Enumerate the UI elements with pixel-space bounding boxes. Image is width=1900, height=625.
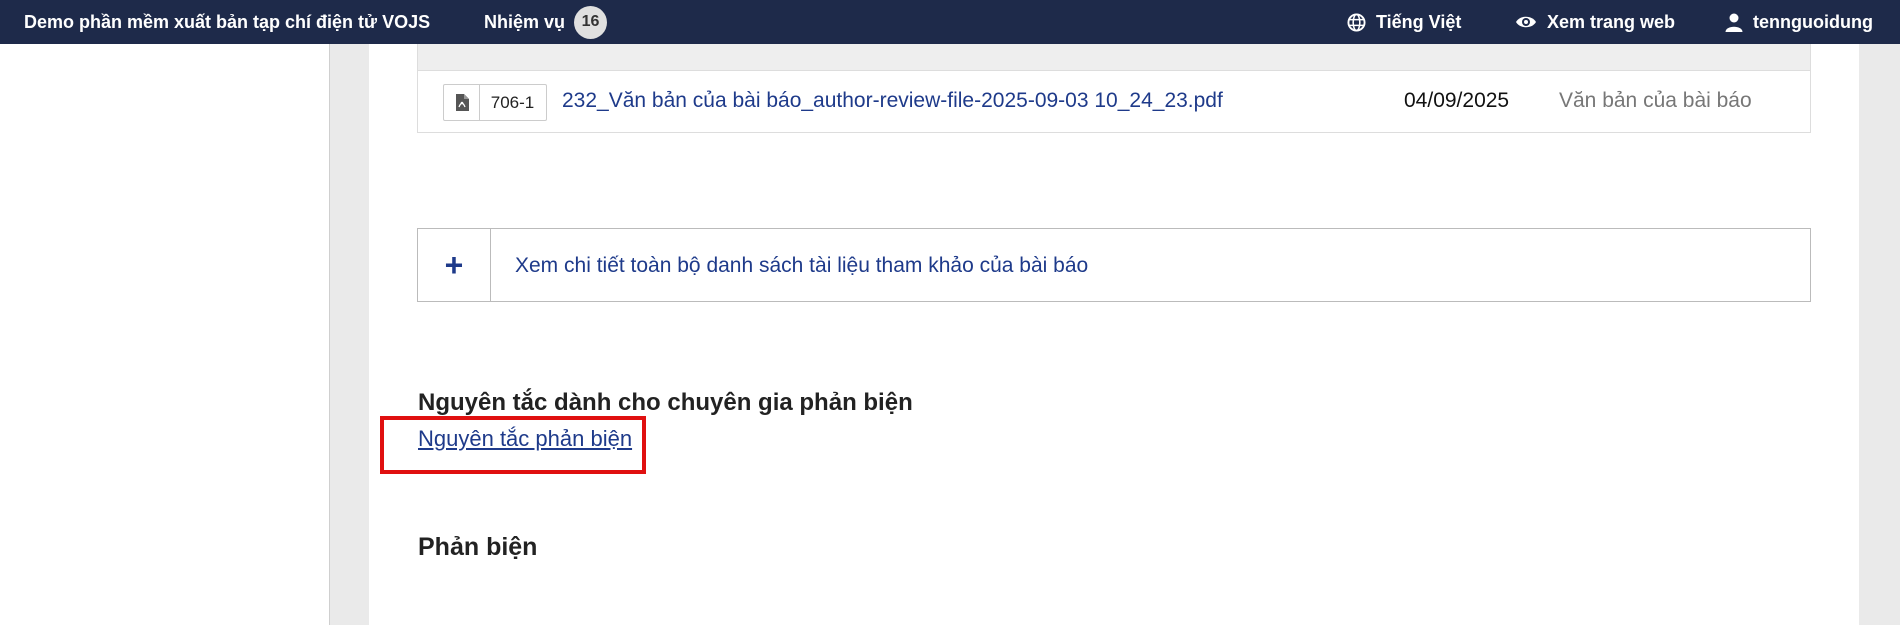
expand-plus-icon[interactable]: +: [418, 229, 491, 301]
references-toggle-label[interactable]: Xem chi tiết toàn bộ danh sách tài liệu …: [515, 254, 1088, 278]
username-label[interactable]: tennguoidung: [1753, 12, 1873, 33]
references-expander[interactable]: + Xem chi tiết toàn bộ danh sách tài liệ…: [417, 228, 1811, 302]
file-type-label: Văn bản của bài báo: [1559, 89, 1752, 112]
left-gutter: [330, 44, 369, 625]
language-menu[interactable]: Tiếng Việt: [1347, 0, 1461, 44]
user-menu[interactable]: tennguoidung: [1725, 0, 1873, 44]
pdf-file-icon: [443, 84, 480, 121]
top-navigation-bar: Demo phần mềm xuất bản tạp chí điện tử V…: [0, 0, 1900, 44]
tasks-label[interactable]: Nhiệm vụ: [484, 12, 565, 33]
review-guidelines-link[interactable]: Nguyên tắc phản biện: [418, 426, 632, 452]
review-files-table: 706-1 232_Văn bản của bài báo_author-rev…: [417, 44, 1811, 133]
globe-icon: [1347, 12, 1366, 32]
files-table-header: [418, 44, 1810, 71]
file-date: 04/09/2025: [1404, 89, 1510, 112]
file-id: 706-1: [479, 84, 547, 121]
eye-icon: [1516, 16, 1536, 28]
review-heading: Phản biện: [418, 533, 538, 561]
user-icon: [1725, 13, 1743, 32]
tasks-menu[interactable]: Nhiệm vụ 16: [484, 0, 608, 44]
table-row: 706-1 232_Văn bản của bài báo_author-rev…: [418, 71, 1810, 133]
site-title-label[interactable]: Demo phần mềm xuất bản tạp chí điện tử V…: [24, 12, 430, 33]
view-site-link[interactable]: Xem trang web: [1515, 0, 1675, 44]
view-site-label[interactable]: Xem trang web: [1547, 12, 1675, 33]
language-label[interactable]: Tiếng Việt: [1376, 12, 1461, 33]
file-download-link[interactable]: 232_Văn bản của bài báo_author-review-fi…: [562, 89, 1223, 113]
site-title[interactable]: Demo phần mềm xuất bản tạp chí điện tử V…: [24, 0, 430, 44]
guidelines-heading: Nguyên tắc dành cho chuyên gia phản biện: [418, 389, 913, 416]
tasks-count-badge[interactable]: 16: [574, 5, 608, 39]
right-gutter: [1859, 44, 1900, 625]
left-sidebar: [0, 44, 330, 625]
